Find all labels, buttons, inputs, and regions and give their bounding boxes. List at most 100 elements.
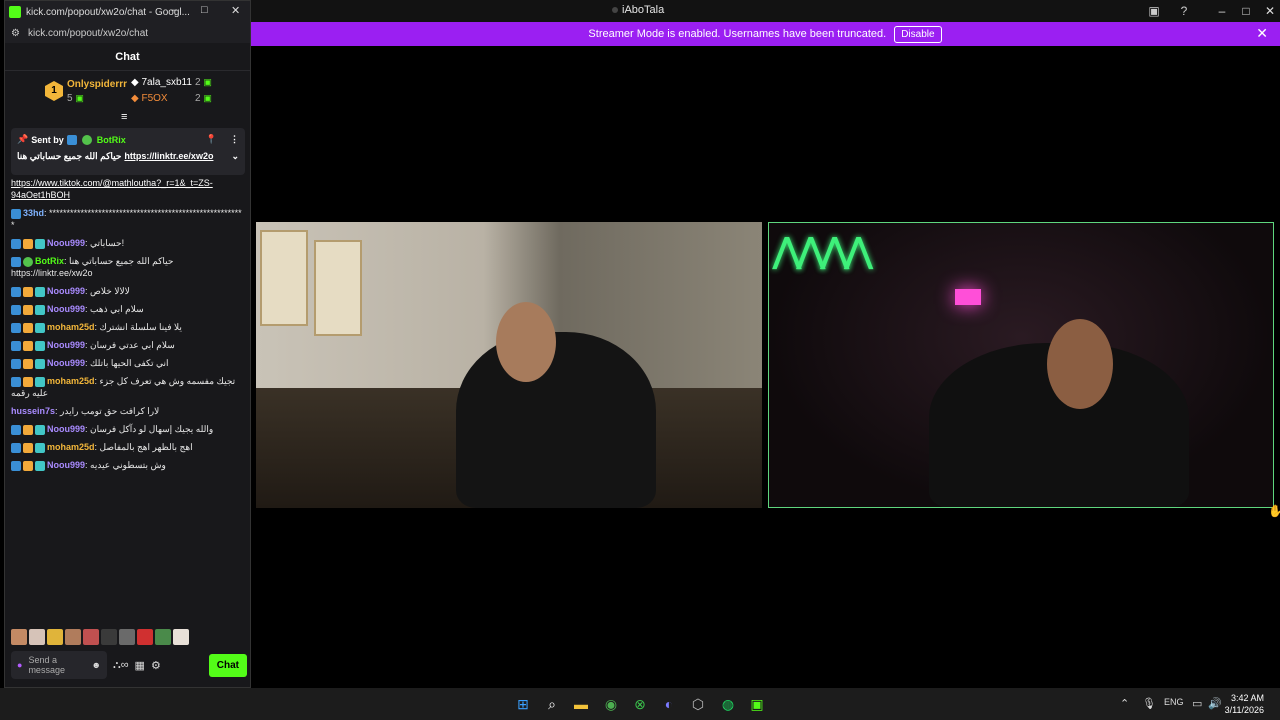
chat-username[interactable]: Noou999 xyxy=(47,238,85,248)
expand-icon[interactable]: ⌄ xyxy=(231,151,239,162)
emote[interactable] xyxy=(65,629,81,645)
more-options-icon[interactable]: ⋮ xyxy=(230,134,239,145)
minimize-button[interactable]: – xyxy=(171,4,177,16)
help-icon[interactable]: ? xyxy=(1176,3,1192,19)
leader-name-2[interactable]: ◆ 7ala_sxb11 xyxy=(131,77,192,88)
emoji-icon[interactable]: ☻ xyxy=(92,660,101,670)
stream-video-right[interactable]: ⋀⋀⋀⋀ xyxy=(768,222,1274,508)
close-button[interactable]: ✕ xyxy=(231,4,240,17)
pinned-text: حياكم الله جميع حساباتي هنا xyxy=(17,151,122,161)
chat-username[interactable]: moham25d xyxy=(47,376,95,386)
unpin-icon[interactable]: 📍 xyxy=(206,134,217,145)
clock[interactable]: 3:42 AM 3/11/2026 xyxy=(1225,692,1264,716)
kick-icon[interactable]: ▣ xyxy=(748,695,766,713)
tray-chevron-icon[interactable]: ⌃ xyxy=(1120,697,1129,710)
discord-icon[interactable]: ◐ xyxy=(660,695,678,713)
verified-badge-icon xyxy=(66,134,77,145)
badge-icon xyxy=(11,340,21,351)
chat-username[interactable]: moham25d xyxy=(47,322,95,332)
badge-icon xyxy=(11,286,21,297)
spotify-icon[interactable]: ◍ xyxy=(719,695,737,713)
emote[interactable] xyxy=(101,629,117,645)
pinned-link[interactable]: https://linktr.ee/xw2o xyxy=(124,151,213,162)
leader-name-3[interactable]: ◆ F5OX xyxy=(131,93,168,104)
display-icon[interactable]: ▭ xyxy=(1192,697,1202,710)
banner-close-icon[interactable]: ✕ xyxy=(1256,25,1268,42)
emote[interactable] xyxy=(119,629,135,645)
chat-username[interactable]: moham25d xyxy=(47,442,95,452)
emote[interactable] xyxy=(11,629,27,645)
pinned-message: 📌 Sent by BotRix 📍 ⋮ حياكم الله جميع حسا… xyxy=(11,128,245,175)
pinned-sender[interactable]: BotRix xyxy=(97,135,126,145)
message-text: وش بتسطوني عيديه xyxy=(90,460,166,470)
emote[interactable] xyxy=(155,629,171,645)
desktop: iAboTala ▣ ? – □ ✕ Streamer Mode is enab… xyxy=(0,0,1280,720)
chrome-icon[interactable]: ◉ xyxy=(602,695,620,713)
sub-badge-icon xyxy=(35,358,45,369)
site-settings-icon[interactable]: ⚙ xyxy=(11,28,20,39)
start-icon[interactable]: ⊞ xyxy=(514,695,532,713)
address-url[interactable]: kick.com/popout/xw2o/chat xyxy=(28,28,148,39)
chat-username[interactable]: Noou999 xyxy=(47,358,85,368)
chat-username[interactable]: hussein7s xyxy=(11,406,55,416)
store-icon[interactable]: ▦ xyxy=(135,659,145,672)
crown-badge-icon xyxy=(23,460,33,471)
badge-icon xyxy=(11,442,21,453)
message-text: سلام ابي عدتي فرسان xyxy=(90,340,175,350)
sub-badge-icon xyxy=(35,340,45,351)
emote[interactable] xyxy=(137,629,153,645)
message-input[interactable]: ● Send a message ☻ xyxy=(11,651,107,679)
streamer-head xyxy=(496,302,556,382)
leader-count-3: 2 ▣ xyxy=(195,93,212,104)
chat-username[interactable]: Noou999 xyxy=(47,340,85,350)
settings-icon[interactable]: ⚙ xyxy=(151,659,161,672)
emote[interactable] xyxy=(173,629,189,645)
screen-icon[interactable]: ▣ xyxy=(1146,3,1162,19)
chat-username[interactable]: BotRix xyxy=(35,256,64,266)
chat-message: moham25d: تجيك مفسمه وش هي تعرف كل جزء ع… xyxy=(11,376,236,398)
chat-header-title: Chat xyxy=(115,50,140,63)
chat-username[interactable]: Noou999 xyxy=(47,460,85,470)
chat-username[interactable]: Noou999 xyxy=(47,286,85,296)
crown-badge-icon xyxy=(23,286,33,297)
chat-username[interactable]: 33hd xyxy=(23,208,44,218)
emote[interactable] xyxy=(83,629,99,645)
badge-icon xyxy=(11,256,21,267)
mic-tray-icon[interactable]: 🎙 xyxy=(1142,697,1156,710)
stream-video-left[interactable] xyxy=(256,222,762,508)
sub-badge-icon xyxy=(35,238,45,249)
message-text: يلا فينا سلسلة انشترك xyxy=(99,322,182,332)
xbox-icon[interactable]: ⊗ xyxy=(631,695,649,713)
address-bar[interactable]: ⚙ kick.com/popout/xw2o/chat xyxy=(5,23,250,43)
close-button[interactable]: ✕ xyxy=(1260,2,1280,20)
message-link[interactable]: https://www.tiktok.com/@mathloutha?_r=1&… xyxy=(11,178,213,200)
emote[interactable] xyxy=(29,629,45,645)
app-icon[interactable]: ⬡ xyxy=(689,695,707,713)
maximize-button[interactable]: □ xyxy=(1236,2,1256,20)
gift-icon[interactable]: ⛬∞ xyxy=(113,659,129,672)
chat-message: Noou999: لالالا خلاص xyxy=(11,285,245,297)
chat-message: 33hd: **********************************… xyxy=(11,208,242,230)
minimize-button[interactable]: – xyxy=(1212,2,1232,20)
file-explorer-icon[interactable]: ▬ xyxy=(572,695,590,713)
collapse-icon[interactable]: ≡ xyxy=(121,111,127,123)
emote[interactable] xyxy=(47,629,63,645)
main-window-title: iAboTala xyxy=(612,4,664,16)
streamer-figure xyxy=(456,332,656,508)
mic-icon[interactable]: ● xyxy=(17,660,22,670)
main-window-title-text: iAboTala xyxy=(622,4,665,16)
chat-send-button[interactable]: Chat xyxy=(208,653,247,677)
maximize-button[interactable]: □ xyxy=(201,4,208,16)
gem-icon: ▣ xyxy=(75,93,84,103)
bot-badge-icon xyxy=(23,256,33,267)
language-indicator[interactable]: ENG xyxy=(1164,697,1184,707)
chat-username[interactable]: Noou999 xyxy=(47,304,85,314)
leader-name[interactable]: Onlyspiderrr xyxy=(67,79,127,90)
chat-message: BotRix: حياكم الله جميع حساباتي هنا http… xyxy=(11,256,174,278)
mouse-cursor-icon: ✋ xyxy=(1268,504,1280,518)
chat-username[interactable]: Noou999 xyxy=(47,424,85,434)
volume-icon[interactable]: 🔊 xyxy=(1208,697,1222,710)
chat-message: Noou999: وش بتسطوني عيديه xyxy=(11,459,245,471)
search-icon[interactable]: ⌕ xyxy=(543,695,561,713)
disable-button[interactable]: Disable xyxy=(894,25,942,43)
